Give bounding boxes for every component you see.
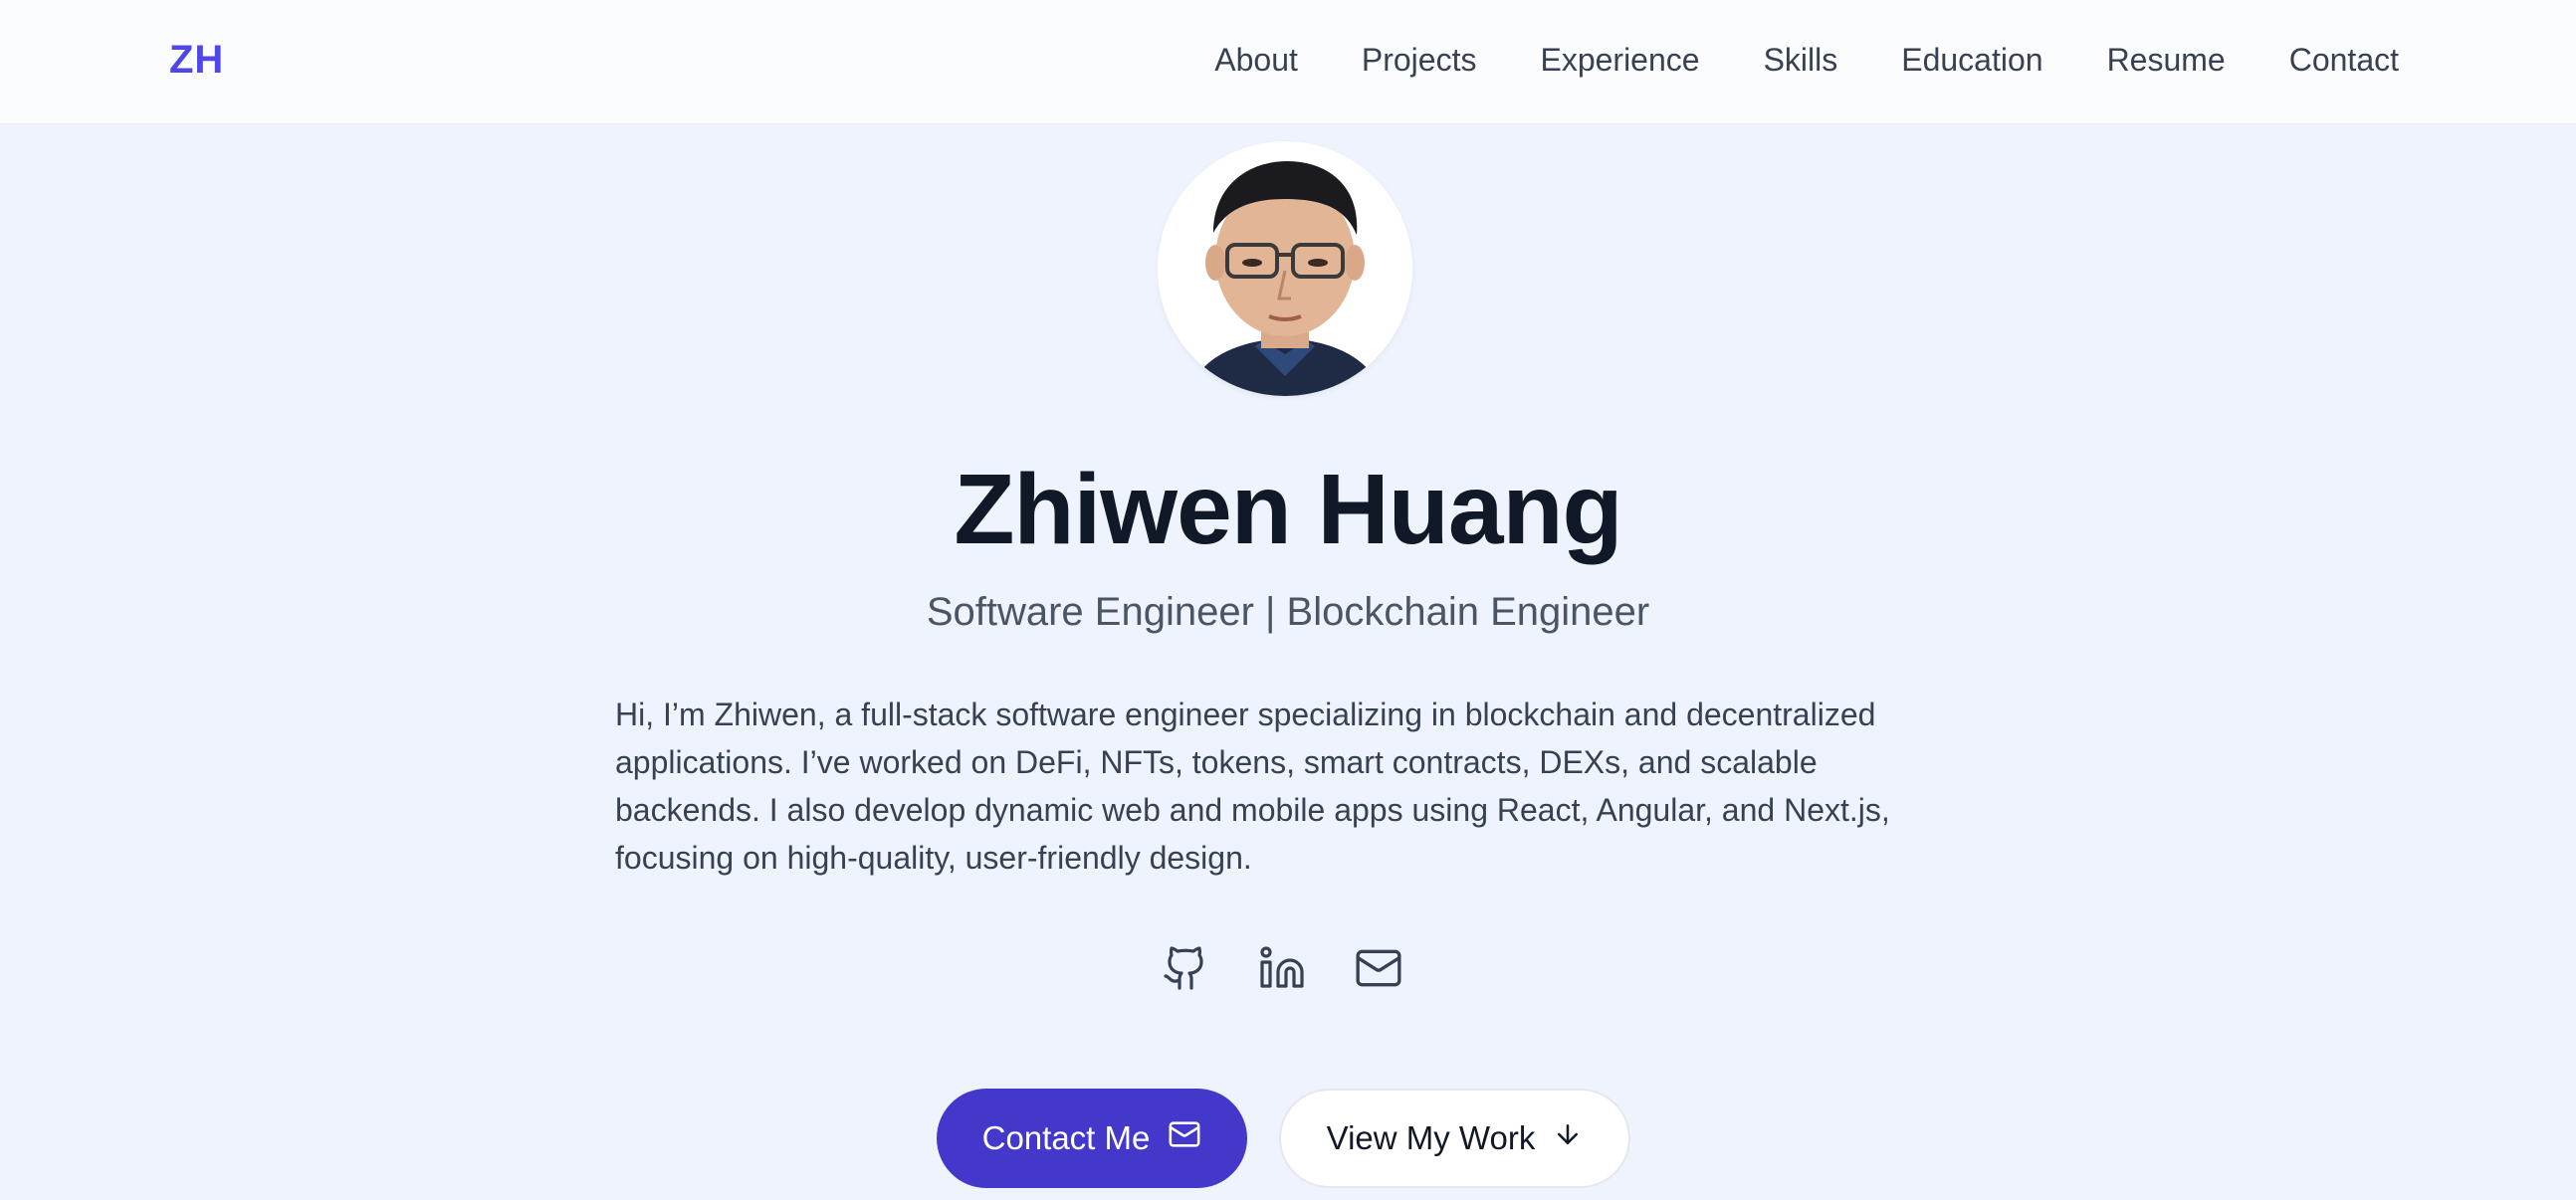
top-navbar: ZH About Projects Experience Skills Educ…: [0, 0, 2576, 124]
arrow-down-icon: [1553, 1119, 1583, 1157]
nav-projects[interactable]: Projects: [1362, 42, 1477, 79]
nav-skills[interactable]: Skills: [1764, 42, 1838, 79]
contact-me-button[interactable]: Contact Me: [937, 1089, 1247, 1188]
linkedin-icon[interactable]: [1254, 940, 1310, 996]
github-icon[interactable]: [1158, 940, 1213, 996]
main-nav: About Projects Experience Skills Educati…: [1214, 42, 2399, 79]
hero-name: Zhiwen Huang: [954, 454, 1622, 565]
mail-icon: [1168, 1117, 1201, 1159]
nav-contact[interactable]: Contact: [2289, 42, 2399, 79]
nav-about[interactable]: About: [1214, 42, 1298, 79]
view-my-work-button[interactable]: View My Work: [1279, 1089, 1630, 1188]
nav-resume[interactable]: Resume: [2107, 42, 2226, 79]
nav-education[interactable]: Education: [1901, 42, 2042, 79]
hero-bio: Hi, I’m Zhiwen, a full-stack software en…: [615, 697, 1890, 876]
contact-me-label: Contact Me: [981, 1119, 1151, 1156]
profile-photo: [1158, 141, 1412, 396]
site-logo[interactable]: ZH: [169, 38, 224, 83]
profile-avatar: [1158, 141, 1412, 396]
nav-experience[interactable]: Experience: [1540, 42, 1699, 79]
mail-icon[interactable]: [1351, 940, 1406, 996]
hero-subtitle: Software Engineer | Blockchain Engineer: [926, 590, 1650, 634]
view-my-work-label: View My Work: [1326, 1119, 1536, 1156]
social-links: [1158, 940, 1418, 1000]
